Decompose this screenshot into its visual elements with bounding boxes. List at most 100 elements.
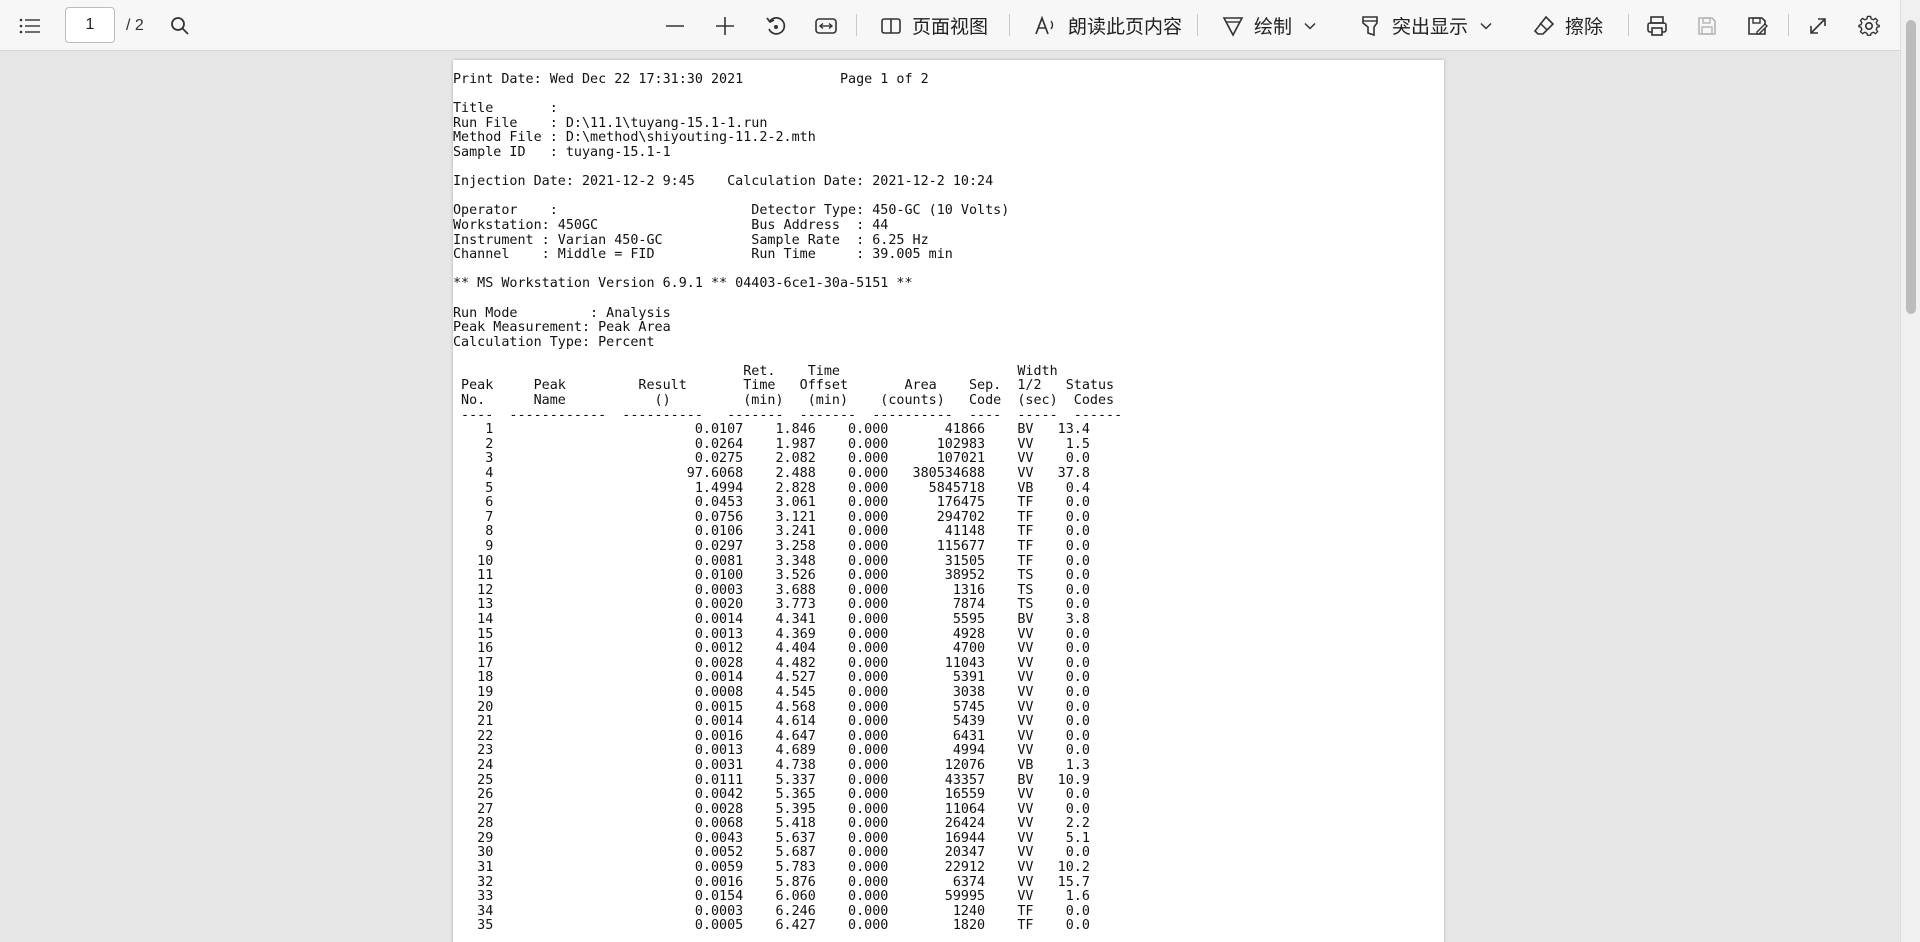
table-row: 32 0.0016 5.876 0.000 6374 VV 15.7 bbox=[453, 875, 1090, 890]
eraser-icon bbox=[1533, 15, 1555, 37]
scrollbar-thumb[interactable] bbox=[1906, 20, 1916, 314]
table-cell: 15.7 bbox=[1033, 874, 1090, 890]
table-cell: 0.000 bbox=[815, 918, 889, 934]
save-as-icon[interactable] bbox=[1746, 0, 1768, 51]
table-cell: 0.000 bbox=[815, 641, 889, 657]
table-cell: VV bbox=[985, 626, 1034, 642]
table-cell: 13.4 bbox=[1033, 422, 1090, 438]
fullscreen-icon[interactable] bbox=[1808, 0, 1828, 51]
table-cell: 4.545 bbox=[743, 684, 816, 700]
table-cell: 0.0 bbox=[1033, 553, 1090, 569]
report-line: Injection Date: 2021-12-2 9:45 Calculati… bbox=[453, 174, 994, 190]
table-row: 1 0.0107 1.846 0.000 41866 BV 13.4 bbox=[453, 422, 1090, 437]
page-view-button[interactable]: 页面视图 bbox=[880, 0, 988, 51]
table-cell: 0.000 bbox=[815, 582, 889, 598]
table-cell: 10.9 bbox=[1033, 772, 1090, 788]
document-viewer[interactable]: Print Date: Wed Dec 22 17:31:30 2021 Pag… bbox=[0, 51, 1900, 942]
table-cell: TF bbox=[985, 903, 1034, 919]
page-number-input[interactable]: 1 bbox=[65, 7, 115, 43]
table-row: 6 0.0453 3.061 0.000 176475 TF 0.0 bbox=[453, 495, 1090, 510]
table-cell: 22912 bbox=[888, 860, 986, 876]
table-row: 27 0.0028 5.395 0.000 11064 VV 0.0 bbox=[453, 802, 1090, 817]
table-cell: 0.0 bbox=[1033, 626, 1090, 642]
table-cell: 5.687 bbox=[743, 845, 816, 861]
table-cell: 10.2 bbox=[1033, 860, 1090, 876]
table-cell: 0.0 bbox=[1033, 728, 1090, 744]
table-cell: 2.488 bbox=[743, 466, 816, 482]
table-cell: 1316 bbox=[888, 582, 986, 598]
rotate-icon[interactable] bbox=[765, 0, 787, 51]
table-cell: 17 bbox=[453, 655, 494, 671]
table-cell: 23 bbox=[453, 743, 494, 759]
table-cell: 97.6068 bbox=[493, 466, 744, 482]
table-cell: 4.738 bbox=[743, 757, 816, 773]
table-cell: 6.060 bbox=[743, 889, 816, 905]
highlight-button[interactable]: 突出显示 bbox=[1360, 0, 1492, 51]
table-cell: VV bbox=[985, 684, 1034, 700]
table-cell: VV bbox=[985, 655, 1034, 671]
table-cell: 0.000 bbox=[815, 787, 889, 803]
toolbar-divider bbox=[1628, 14, 1629, 36]
report-line: Peak Measurement: Peak Area bbox=[453, 320, 671, 336]
pdf-toolbar: 1 / 2 页面视图 朗读此页内容 绘制 突出显示 擦除 bbox=[0, 0, 1920, 51]
table-cell: 26424 bbox=[888, 816, 986, 832]
table-cell: 5.365 bbox=[743, 787, 816, 803]
fit-width-icon[interactable] bbox=[815, 0, 837, 51]
contents-icon[interactable] bbox=[19, 0, 41, 51]
search-icon[interactable] bbox=[170, 0, 190, 51]
table-cell: 5 bbox=[453, 480, 494, 496]
table-cell: 3.121 bbox=[743, 509, 816, 525]
report-line: Calculation Type: Percent bbox=[453, 334, 655, 350]
table-cell: 0.000 bbox=[815, 830, 889, 846]
table-cell: VV bbox=[985, 830, 1034, 846]
read-aloud-button[interactable]: 朗读此页内容 bbox=[1034, 0, 1182, 51]
table-cell: 26 bbox=[453, 787, 494, 803]
draw-icon bbox=[1222, 15, 1244, 37]
table-cell: 7 bbox=[453, 509, 494, 525]
draw-button[interactable]: 绘制 bbox=[1222, 0, 1316, 51]
toolbar-divider bbox=[1009, 14, 1010, 36]
settings-icon[interactable] bbox=[1858, 0, 1880, 51]
table-cell: 3.258 bbox=[743, 539, 816, 554]
table-cell: 16944 bbox=[888, 830, 986, 846]
report-line: Run Mode : Analysis bbox=[453, 305, 671, 321]
table-cell: 0.0052 bbox=[493, 845, 744, 861]
table-row: 15 0.0013 4.369 0.000 4928 VV 0.0 bbox=[453, 627, 1090, 642]
table-cell: 18 bbox=[453, 670, 494, 686]
table-cell: 31505 bbox=[888, 553, 986, 569]
chevron-down-icon[interactable] bbox=[1304, 22, 1316, 30]
table-cell: 5.876 bbox=[743, 874, 816, 890]
table-cell: 0.0 bbox=[1033, 699, 1090, 715]
zoom-in-icon[interactable] bbox=[715, 0, 735, 51]
zoom-out-icon[interactable] bbox=[665, 0, 685, 51]
table-cell: 30 bbox=[453, 845, 494, 861]
vertical-scrollbar[interactable] bbox=[1900, 0, 1920, 942]
highlight-label: 突出显示 bbox=[1392, 16, 1469, 38]
table-cell: VV bbox=[985, 466, 1034, 482]
chevron-down-icon[interactable] bbox=[1480, 22, 1492, 30]
table-cell: 6.427 bbox=[743, 918, 816, 934]
table-cell: 22 bbox=[453, 728, 494, 744]
table-cell: 0.000 bbox=[815, 874, 889, 890]
table-cell: 0.000 bbox=[815, 480, 889, 496]
table-cell: 0.0 bbox=[1033, 670, 1090, 686]
erase-button[interactable]: 擦除 bbox=[1533, 0, 1603, 51]
table-cell: VV bbox=[985, 699, 1034, 715]
report-line: Sample ID : tuyang-15.1-1 bbox=[453, 144, 671, 160]
table-row: 20 0.0015 4.568 0.000 5745 VV 0.0 bbox=[453, 700, 1090, 715]
table-cell: 0.4 bbox=[1033, 480, 1090, 496]
table-cell: TF bbox=[985, 524, 1034, 540]
read-aloud-label: 朗读此页内容 bbox=[1068, 16, 1183, 38]
table-cell: 3.061 bbox=[743, 495, 816, 511]
table-cell: 4.404 bbox=[743, 641, 816, 657]
table-cell: 102983 bbox=[888, 436, 986, 452]
print-icon[interactable] bbox=[1646, 0, 1668, 51]
table-cell: 20 bbox=[453, 699, 494, 715]
table-cell: 0.0013 bbox=[493, 743, 744, 759]
table-cell: 11 bbox=[453, 568, 494, 584]
table-cell: 4.568 bbox=[743, 699, 816, 715]
table-cell: 2.082 bbox=[743, 451, 816, 467]
table-row: 34 0.0003 6.246 0.000 1240 TF 0.0 bbox=[453, 904, 1090, 919]
table-row: 18 0.0014 4.527 0.000 5391 VV 0.0 bbox=[453, 670, 1090, 686]
report-line: Run File : D:\11.1\tuyang-15.1-1.run bbox=[453, 115, 768, 131]
